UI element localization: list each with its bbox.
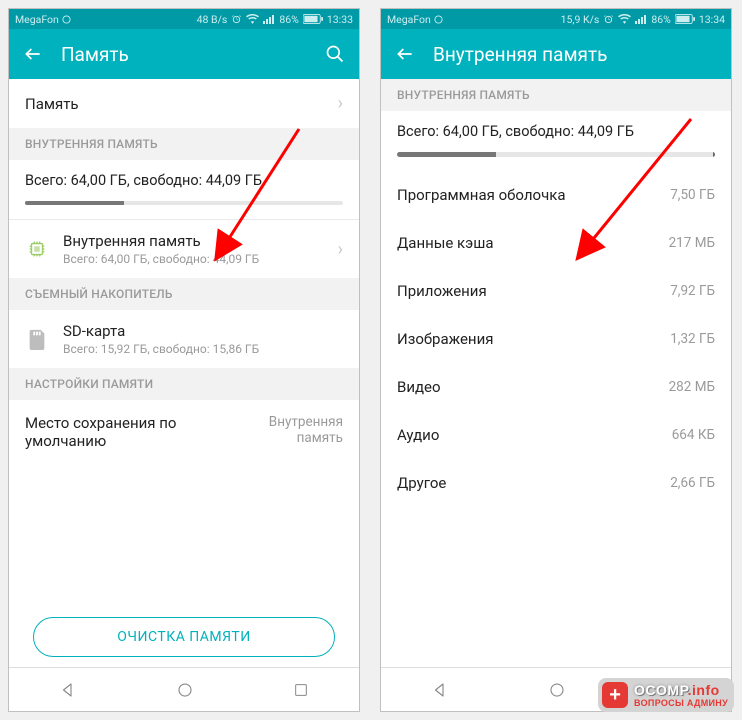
- storage-bar-knob: [713, 152, 715, 157]
- net-speed: 15,9 K/s: [561, 13, 600, 26]
- watermark-plus-icon: +: [602, 682, 628, 708]
- alarm-icon: [603, 14, 614, 25]
- watermark-brand: OCOMP: [634, 682, 688, 698]
- statusbar: MegaFon 15,9 K/s 86% 13:34: [381, 9, 731, 29]
- carrier-label: MegaFon: [387, 13, 431, 26]
- detail-value: 2,66 ГБ: [670, 475, 715, 491]
- nav-back-icon[interactable]: [59, 681, 77, 699]
- watermark: + OCOMP.info ВОПРОСЫ АДМИНУ: [598, 678, 734, 712]
- storage-detail-row[interactable]: Приложения 7,92 ГБ: [381, 267, 731, 315]
- net-speed: 48 B/s: [197, 13, 228, 26]
- appbar: Внутренняя память: [381, 29, 731, 79]
- detail-value: 7,92 ГБ: [670, 283, 715, 299]
- default-location-label: Место сохранения по умолчанию: [25, 414, 195, 450]
- detail-label: Видео: [397, 378, 441, 396]
- nav-home-icon[interactable]: [176, 681, 194, 699]
- watermark-tagline: ВОПРОСЫ АДМИНУ: [634, 698, 728, 708]
- appbar-title: Внутренняя память: [433, 43, 717, 66]
- content: Память › ВНУТРЕННЯЯ ПАМЯТЬ Всего: 64,00 …: [9, 79, 359, 617]
- carrier-label: MegaFon: [15, 13, 59, 26]
- clean-memory-label: ОЧИСТКА ПАМЯТИ: [117, 629, 251, 645]
- section-internal: ВНУТРЕННЯЯ ПАМЯТЬ: [9, 128, 359, 160]
- nav-memory-label: Память: [25, 95, 79, 113]
- sd-card-icon: [27, 328, 47, 350]
- internal-sub: Всего: 64,00 ГБ, свободно: 44,09 ГБ: [63, 252, 324, 266]
- search-icon[interactable]: [325, 44, 345, 64]
- appbar: Память: [9, 29, 359, 79]
- detail-value: 664 КБ: [672, 427, 715, 443]
- storage-detail-row[interactable]: Аудио 664 КБ: [381, 411, 731, 459]
- phone-left: MegaFon 48 B/s 86% 13:33 Память Память ›…: [8, 8, 360, 712]
- nav-recent-icon[interactable]: [293, 682, 309, 698]
- detail-label: Данные кэша: [397, 234, 494, 252]
- detail-value: 282 МБ: [669, 379, 715, 395]
- summary-text: Всего: 64,00 ГБ, свободно: 44,09 ГБ: [25, 172, 343, 189]
- internal-storage-item[interactable]: Внутренняя память Всего: 64,00 ГБ, свобо…: [9, 220, 359, 278]
- section-settings: НАСТРОЙКИ ПАМЯТИ: [9, 368, 359, 400]
- storage-bar-fill: [25, 201, 124, 205]
- storage-detail-row[interactable]: Программная оболочка 7,50 ГБ: [381, 171, 731, 219]
- detail-label: Приложения: [397, 282, 487, 300]
- section-removable: СЪЕМНЫЙ НАКОПИТЕЛЬ: [9, 278, 359, 310]
- detail-label: Аудио: [397, 426, 439, 444]
- storage-summary: Всего: 64,00 ГБ, свободно: 44,09 ГБ: [381, 111, 731, 171]
- watermark-suffix: .info: [688, 682, 720, 698]
- storage-detail-row[interactable]: Видео 282 МБ: [381, 363, 731, 411]
- sd-sub: Всего: 15,92 ГБ, свободно: 15,86 ГБ: [63, 342, 343, 356]
- statusbar: MegaFon 48 B/s 86% 13:33: [9, 9, 359, 29]
- wifi-icon: [618, 14, 631, 24]
- storage-detail-row[interactable]: Изображения 1,32 ГБ: [381, 315, 731, 363]
- chip-icon: [26, 238, 48, 260]
- storage-detail-row[interactable]: Данные кэша 217 МБ: [381, 219, 731, 267]
- default-location-value: Внутренняя память: [233, 414, 343, 446]
- phone-right: MegaFon 15,9 K/s 86% 13:34 Внутренняя па…: [380, 8, 732, 712]
- signal-icon: [635, 14, 647, 24]
- alarm-icon: [231, 14, 242, 25]
- summary-text: Всего: 64,00 ГБ, свободно: 44,09 ГБ: [397, 123, 715, 140]
- content: ВНУТРЕННЯЯ ПАМЯТЬ Всего: 64,00 ГБ, свобо…: [381, 79, 731, 667]
- nav-back-icon[interactable]: [431, 681, 449, 699]
- chevron-right-icon: ›: [338, 239, 343, 260]
- carrier-icon: [434, 15, 443, 24]
- detail-label: Изображения: [397, 330, 493, 348]
- detail-label: Другое: [397, 474, 446, 492]
- signal-icon: [263, 14, 275, 24]
- sd-label: SD-карта: [63, 322, 343, 340]
- clean-memory-button[interactable]: ОЧИСТКА ПАМЯТИ: [33, 617, 335, 657]
- storage-bar-fill: [397, 152, 496, 157]
- chevron-right-icon: ›: [338, 93, 343, 114]
- internal-label: Внутренняя память: [63, 232, 324, 250]
- default-location-row[interactable]: Место сохранения по умолчанию Внутренняя…: [9, 400, 359, 464]
- storage-bar: [25, 201, 343, 205]
- wifi-icon: [246, 14, 259, 24]
- carrier-icon: [62, 15, 71, 24]
- sd-card-item[interactable]: SD-карта Всего: 15,92 ГБ, свободно: 15,8…: [9, 310, 359, 368]
- battery-pct: 86%: [651, 13, 671, 26]
- appbar-title: Память: [61, 43, 307, 66]
- nav-home-icon[interactable]: [548, 681, 566, 699]
- back-icon[interactable]: [395, 44, 415, 64]
- clock: 13:33: [327, 13, 353, 26]
- battery-icon: [675, 14, 695, 24]
- detail-value: 7,50 ГБ: [670, 187, 715, 203]
- detail-value: 1,32 ГБ: [670, 331, 715, 347]
- android-navbar: [9, 667, 359, 711]
- detail-label: Программная оболочка: [397, 186, 566, 204]
- clock: 13:34: [699, 13, 725, 26]
- battery-pct: 86%: [279, 13, 299, 26]
- detail-value: 217 МБ: [669, 235, 715, 251]
- storage-bar: [397, 152, 715, 157]
- storage-summary: Всего: 64,00 ГБ, свободно: 44,09 ГБ: [9, 160, 359, 219]
- back-icon[interactable]: [23, 44, 43, 64]
- battery-icon: [303, 14, 323, 24]
- nav-memory-row[interactable]: Память ›: [9, 79, 359, 128]
- section-internal: ВНУТРЕННЯЯ ПАМЯТЬ: [381, 79, 731, 111]
- storage-detail-row[interactable]: Другое 2,66 ГБ: [381, 459, 731, 507]
